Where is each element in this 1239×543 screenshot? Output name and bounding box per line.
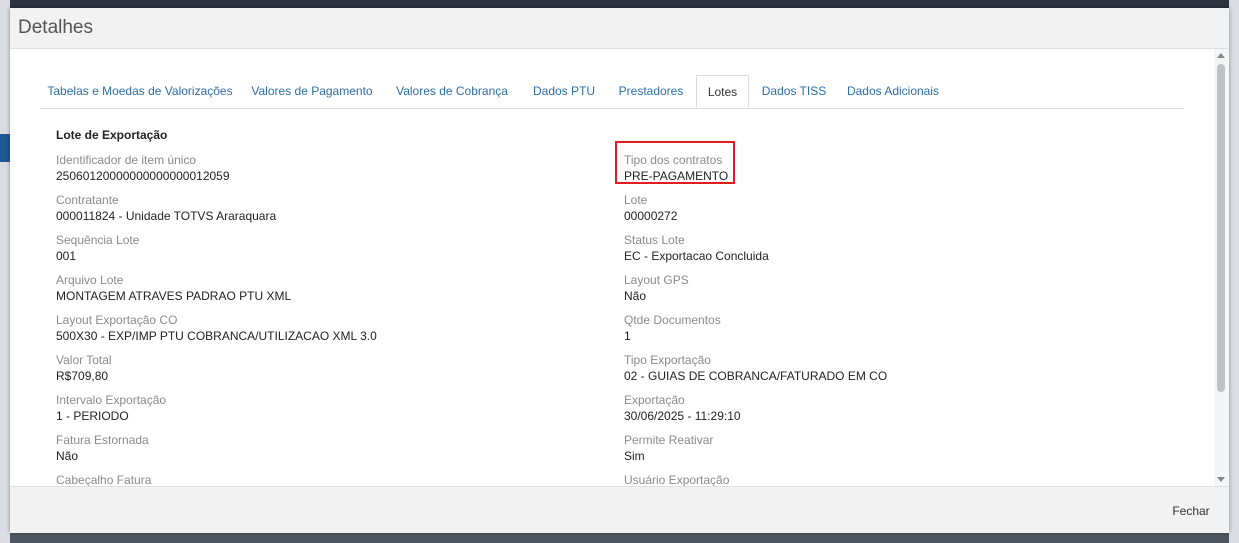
field-label-identificador: Identificador de item único — [56, 153, 197, 167]
field-label-status-lote: Status Lote — [624, 233, 685, 247]
modal-title: Detalhes — [18, 17, 93, 38]
field-value-exportacao: 30/06/2025 - 11:29:10 — [624, 409, 741, 423]
tab-bar: Tabelas e Moedas de Valorizações Valores… — [40, 75, 1184, 109]
field-value-intervalo-exportacao: 1 - PERIODO — [56, 409, 129, 423]
vertical-scrollbar[interactable] — [1214, 49, 1229, 486]
field-label-layout-exportacao-co: Layout Exportação CO — [56, 313, 178, 327]
field-value-layout-gps: Não — [624, 289, 647, 303]
field-value-qtde-documentos: 1 — [624, 329, 631, 343]
field-label-layout-gps: Layout GPS — [624, 273, 689, 287]
scroll-up-arrow-icon[interactable] — [1217, 53, 1225, 58]
field-label-permite-reativar: Permite Reativar — [624, 433, 714, 447]
field-label-sequencia-lote: Sequência Lote — [56, 233, 140, 247]
tab-tabelas-moedas[interactable]: Tabelas e Moedas de Valorizações — [40, 75, 240, 108]
background-app-top — [0, 0, 1239, 8]
background-app-right — [1229, 0, 1239, 543]
tab-dados-tiss[interactable]: Dados TISS — [756, 75, 832, 108]
tab-valores-cobranca[interactable]: Valores de Cobrança — [392, 75, 512, 108]
field-label-qtde-documentos: Qtde Documentos — [624, 313, 721, 327]
section-title: Lote de Exportação — [56, 128, 168, 142]
highlight-box — [615, 141, 735, 184]
close-button[interactable]: Fechar — [1161, 495, 1221, 525]
field-label-exportacao: Exportação — [624, 393, 685, 407]
tab-dados-adicionais[interactable]: Dados Adicionais — [843, 75, 943, 108]
field-label-intervalo-exportacao: Intervalo Exportação — [56, 393, 167, 407]
field-label-contratante: Contratante — [56, 193, 119, 207]
field-label-arquivo-lote: Arquivo Lote — [56, 273, 124, 287]
background-app-accent — [0, 134, 10, 162]
field-label-cabecalho-fatura: Cabeçalho Fatura — [56, 473, 152, 486]
field-label-valor-total: Valor Total — [56, 353, 112, 367]
field-label-fatura-estornada: Fatura Estornada — [56, 433, 149, 447]
field-value-arquivo-lote: MONTAGEM ATRAVES PADRAO PTU XML — [56, 289, 292, 303]
field-label-usuario-exportacao: Usuário Exportação — [624, 473, 730, 486]
field-label-lote: Lote — [624, 193, 648, 207]
scroll-thumb[interactable] — [1217, 64, 1225, 392]
field-value-tipo-exportacao: 02 - GUIAS DE COBRANCA/FATURADO EM CO — [624, 369, 888, 383]
tab-dados-ptu[interactable]: Dados PTU — [527, 75, 601, 108]
field-value-permite-reativar: Sim — [624, 449, 645, 463]
field-value-contratante: 000011824 - Unidade TOTVS Araraquara — [56, 209, 277, 223]
field-label-tipo-exportacao: Tipo Exportação — [624, 353, 711, 367]
modal-footer: Fechar — [10, 486, 1229, 533]
field-value-fatura-estornada: Não — [56, 449, 79, 463]
details-modal: Detalhes Tabelas e Moedas de Valorizaçõe… — [10, 8, 1229, 533]
tab-prestadores[interactable]: Prestadores — [612, 75, 690, 108]
field-value-identificador: 25060120000000000000012059 — [56, 169, 230, 183]
field-value-lote: 00000272 — [624, 209, 678, 223]
modal-header: Detalhes — [10, 8, 1229, 49]
field-value-layout-exportacao-co: 500X30 - EXP/IMP PTU COBRANCA/UTILIZACAO… — [56, 329, 377, 343]
field-value-status-lote: EC - Exportacao Concluida — [624, 249, 769, 263]
tab-lotes[interactable]: Lotes — [696, 75, 749, 108]
background-app-left — [0, 0, 10, 543]
modal-body: Tabelas e Moedas de Valorizações Valores… — [10, 49, 1229, 486]
field-value-valor-total: R$709,80 — [56, 369, 109, 383]
tab-valores-pagamento[interactable]: Valores de Pagamento — [247, 75, 377, 108]
scroll-down-arrow-icon[interactable] — [1217, 477, 1225, 482]
field-value-sequencia-lote: 001 — [56, 249, 77, 263]
